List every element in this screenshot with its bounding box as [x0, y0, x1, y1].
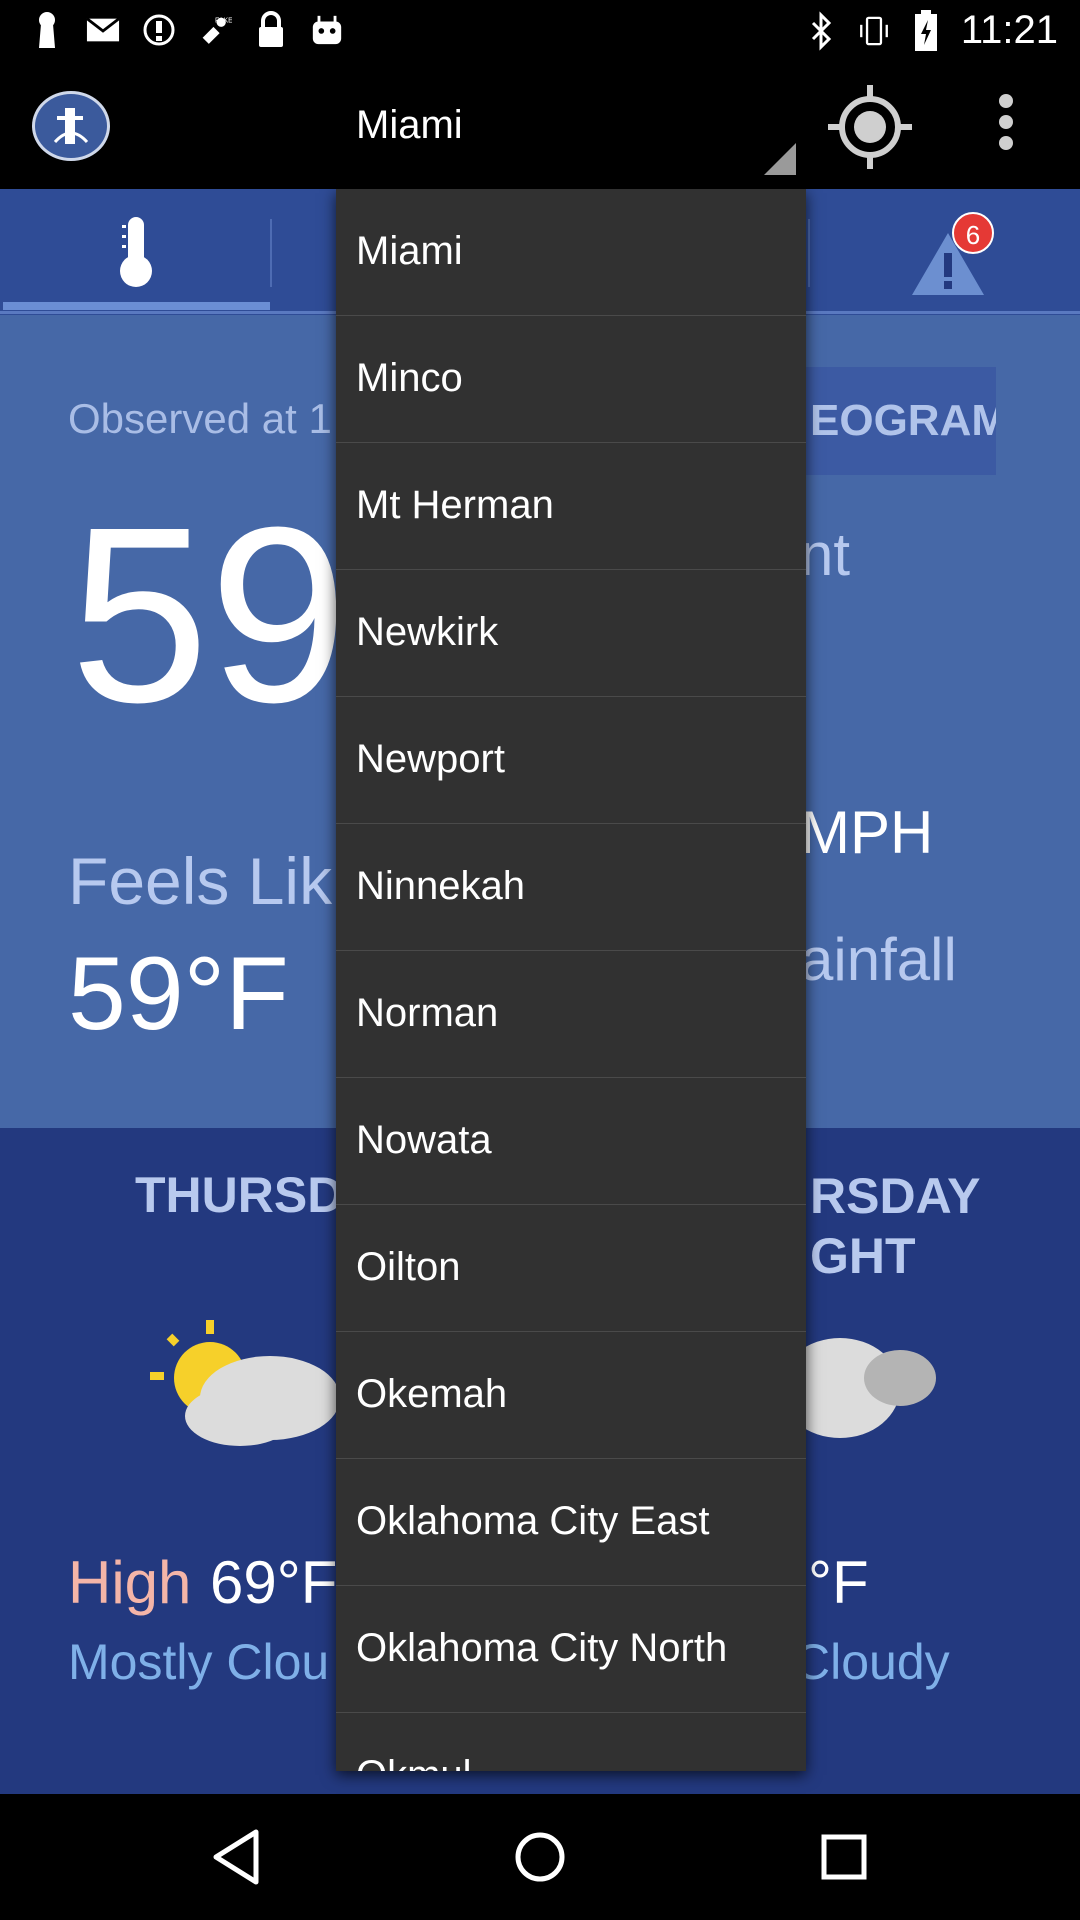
dropdown-item-label: Oilton: [356, 1245, 461, 1289]
dropdown-item-oklahoma-city-east[interactable]: Oklahoma City East: [336, 1459, 806, 1586]
dropdown-item-miami[interactable]: Miami: [336, 189, 806, 316]
locate-icon: [828, 85, 912, 169]
battery-charging-icon: [909, 9, 943, 51]
meteogram-button[interactable]: EOGRAM: [790, 367, 996, 475]
tab-current-conditions[interactable]: [0, 189, 270, 315]
dropdown-item-ninnekah[interactable]: Ninnekah: [336, 824, 806, 951]
app-logo[interactable]: [32, 91, 110, 161]
recents-icon: [821, 1834, 867, 1880]
dropdown-item-label: Norman: [356, 991, 499, 1035]
dropdown-item-nowata[interactable]: Nowata: [336, 1078, 806, 1205]
dropdown-item-label: Ninnekah: [356, 864, 526, 908]
vibrate-icon: [857, 11, 891, 51]
dropdown-item-okmulgee[interactable]: Okmul: [336, 1713, 806, 1771]
android-icon: [310, 10, 344, 50]
dropdown-item-label: Mt Herman: [356, 483, 554, 527]
keyhole-icon: [30, 10, 64, 50]
status-bar: FAKE 11:21: [0, 0, 1080, 63]
location-spinner[interactable]: Miami: [336, 63, 806, 189]
alert-count-badge: 6: [952, 212, 994, 254]
forecast-condition-left: Mostly Clou: [68, 1634, 330, 1690]
dropdown-item-label: Miami: [356, 229, 463, 273]
back-icon: [213, 1829, 259, 1885]
dropdown-item-oilton[interactable]: Oilton: [336, 1205, 806, 1332]
forecast-low-value: °F: [808, 1549, 869, 1616]
dropdown-item-norman[interactable]: Norman: [336, 951, 806, 1078]
forecast-high-value: 69°F: [210, 1549, 338, 1616]
dropdown-item-label: Minco: [356, 356, 463, 400]
current-temperature: 59: [70, 475, 349, 754]
spinner-arrow-icon: [764, 143, 796, 175]
meteogram-button-label: EOGRAM: [810, 396, 996, 445]
dropdown-item-label: Newkirk: [356, 610, 499, 654]
forecast-condition-right: Cloudy: [794, 1634, 950, 1690]
location-spinner-label: Miami: [356, 103, 463, 147]
lock-icon: [254, 10, 288, 50]
overflow-menu-icon[interactable]: [986, 89, 1026, 165]
forecast-high-label: High: [68, 1549, 192, 1616]
thermometer-icon: [120, 217, 152, 287]
dropdown-item-label: Oklahoma City East: [356, 1499, 710, 1543]
home-icon: [515, 1832, 565, 1882]
app-bar: Miami: [0, 63, 1080, 189]
feels-like-value: 59°F: [68, 936, 289, 1052]
tab-alerts[interactable]: [810, 189, 1080, 315]
dropdown-item-minco[interactable]: Minco: [336, 316, 806, 443]
forecast-day-left: THURSD: [135, 1167, 344, 1223]
dropdown-item-okemah[interactable]: Okemah: [336, 1332, 806, 1459]
forecast-day-right: RSDAY GHT: [810, 1166, 980, 1286]
navigation-bar: [0, 1794, 1080, 1920]
svg-text:FAKE: FAKE: [215, 17, 232, 24]
clock: 11:21: [960, 8, 1058, 52]
dropdown-item-label: Oklahoma City North: [356, 1626, 728, 1670]
cloudy-night-icon: [800, 1338, 936, 1438]
locate-button[interactable]: [824, 81, 916, 173]
feels-like-label: Feels Lik: [68, 844, 333, 918]
dropdown-item-newkirk[interactable]: Newkirk: [336, 570, 806, 697]
bluetooth-icon: [805, 10, 839, 51]
dropdown-item-label: Okemah: [356, 1372, 508, 1416]
dropdown-item-newport[interactable]: Newport: [336, 697, 806, 824]
dropdown-item-oklahoma-city-north[interactable]: Oklahoma City North: [336, 1586, 806, 1713]
recents-button[interactable]: [804, 1822, 884, 1892]
home-button[interactable]: [500, 1822, 580, 1892]
forecast-day-right-line1: RSDAY: [810, 1168, 981, 1224]
observed-time: Observed at 1: [68, 395, 332, 442]
wind-speed: MPH: [800, 799, 934, 866]
partly-cloudy-icon: [150, 1320, 340, 1446]
tab-divider: [270, 219, 272, 287]
dropdown-item-label: Nowata: [356, 1118, 492, 1162]
forecast-day-right-line2: GHT: [810, 1228, 916, 1284]
fake-gps-icon: FAKE: [198, 10, 232, 50]
dropdown-item-mt-herman[interactable]: Mt Herman: [336, 443, 806, 570]
back-button[interactable]: [196, 1822, 276, 1892]
mail-icon: [86, 10, 120, 50]
dewpoint-text: nt: [800, 521, 851, 588]
dropdown-item-label: Newport: [356, 737, 505, 781]
rainfall-text: ainfall: [800, 926, 957, 993]
alert-circle-icon: [142, 10, 176, 50]
location-dropdown[interactable]: Miami Minco Mt Herman Newkirk Newport Ni…: [336, 189, 806, 1771]
dropdown-item-label: Okmul: [336, 1713, 806, 1771]
active-tab-indicator: [3, 302, 270, 310]
